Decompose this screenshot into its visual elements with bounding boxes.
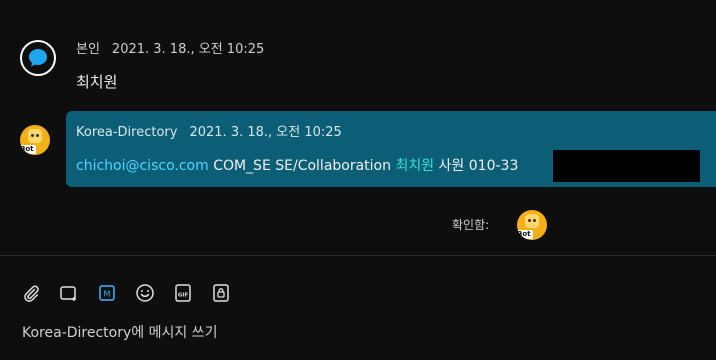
org-text: COM_SE SE/Collaboration [213,158,391,174]
user-avatar[interactable] [20,40,56,76]
message-self-meta: 본인 2021. 3. 18., 오전 10:25 [76,38,264,57]
gif-glyph: GIF [178,293,189,299]
timestamp: 2021. 3. 18., 오전 10:25 [111,42,265,57]
redaction-box [553,150,700,182]
composer-toolbar: M GIF [20,281,248,305]
lock-icon[interactable] [210,282,232,304]
composer-divider [0,255,716,256]
read-receipt-label: 확인함: [452,218,490,232]
email-link[interactable]: chichoi@cisco.com [76,158,209,174]
gif-icon[interactable]: GIF [172,282,194,304]
sender-name: Korea-Directory [76,125,178,140]
message-input[interactable] [22,322,692,344]
markdown-glyph: M [104,290,111,299]
emoji-icon[interactable] [134,282,156,304]
robot-icon [28,129,42,143]
title-text: 사원 [438,158,465,174]
robot-icon [525,214,539,228]
markdown-icon[interactable]: M [96,282,118,304]
bot-avatar[interactable]: Bot [20,125,50,155]
bot-badge: Bot [20,145,36,154]
message-self [0,25,716,105]
read-receipt-avatar[interactable]: Bot [517,210,547,240]
timestamp: 2021. 3. 18., 오전 10:25 [189,125,342,140]
message-bot-meta: Korea-Directory 2021. 3. 18., 오전 10:25 [76,121,342,140]
chat-bubble-icon [29,49,47,67]
paperclip-icon[interactable] [20,282,42,304]
phone-text: 010-33 [468,158,519,174]
contact-name[interactable]: 최치원 [395,158,434,174]
bot-badge: Bot [517,230,533,239]
message-bot-text: chichoi@cisco.com COM_SE SE/Collaboratio… [76,155,518,175]
message-text: 최치원 [76,73,118,91]
sender-name: 본인 [76,42,100,57]
screenshot-icon[interactable] [58,282,80,304]
